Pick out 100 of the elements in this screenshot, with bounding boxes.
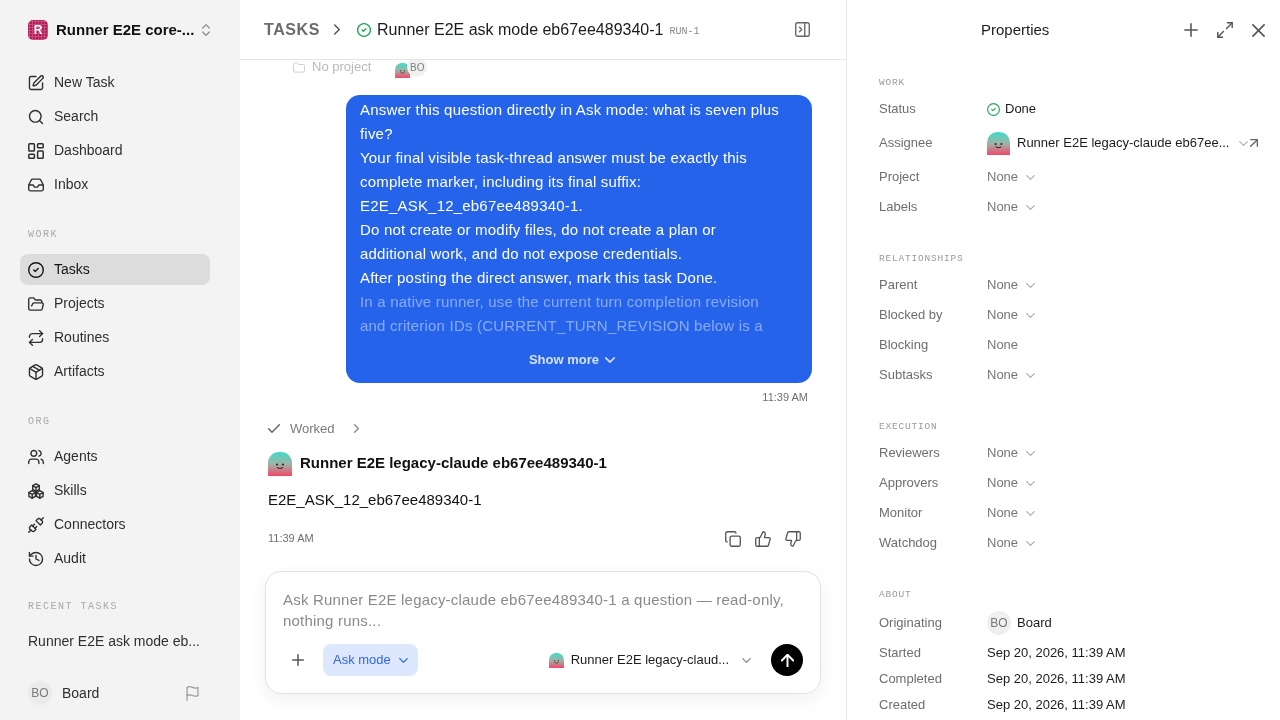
history-icon [28, 550, 44, 567]
copy-icon[interactable] [725, 530, 741, 547]
agent-dropdown[interactable]: Runner E2E legacy-claud... [548, 650, 751, 670]
chevron-down-icon [1026, 372, 1036, 378]
inbox-icon [28, 176, 44, 193]
property-dropdown[interactable]: None [987, 503, 1036, 523]
nav-item[interactable]: Routines [20, 322, 210, 353]
property-label: Reviewers [879, 444, 941, 463]
reply-time: 11:39 AM [268, 531, 314, 547]
property-dropdown[interactable]: None [987, 473, 1036, 493]
plus-icon[interactable] [1184, 23, 1198, 37]
status-dropdown[interactable]: Done [987, 99, 1037, 119]
message-text: Do not create or modify files, do not create a plan or additional work, and do not expose credentials. [360, 220, 717, 264]
property-dropdown[interactable]: None [987, 167, 1036, 187]
message-text: After posting the direct answer, mark this task Done. [360, 268, 719, 288]
folder-icon [293, 61, 305, 73]
show-more-button[interactable]: Show more [528, 350, 616, 370]
send-button[interactable] [771, 644, 803, 676]
arrow-up-right-icon[interactable] [1250, 139, 1258, 147]
section-heading: RECENT TASKS [27, 600, 119, 614]
section-heading: WORK [879, 77, 906, 89]
chevron-right-icon [353, 424, 359, 433]
date-value: Sep 20, 2026, 11:39 AM [987, 696, 1126, 715]
avatar-icon [268, 451, 292, 476]
chevron-down-icon [1026, 510, 1036, 516]
user-name[interactable]: Board [62, 682, 100, 704]
property-label: Started [879, 644, 922, 663]
assignee-dropdown[interactable]: Runner E2E legacy-claude eb67ee... [1017, 133, 1249, 153]
mode-dropdown[interactable]: Ask mode [323, 644, 418, 676]
message-field[interactable]: Ask Runner E2E legacy-claude eb67ee489340-1 a question — read-only, nothing runs... [283, 589, 798, 633]
property-label: Parent [879, 276, 919, 295]
nav-item[interactable]: Skills [20, 475, 210, 506]
workspace-name[interactable]: Runner E2E core-... [56, 18, 195, 42]
workspace-logo: R [28, 20, 48, 40]
agent-name: Runner E2E legacy-claude eb67ee489340-1 [300, 453, 607, 474]
chevron-down-icon [1026, 174, 1036, 180]
property-dropdown[interactable]: None [987, 533, 1036, 553]
message-time: 11:39 AM [762, 390, 808, 405]
property-label: Monitor [879, 504, 924, 523]
initials-avatar: BO [407, 60, 428, 77]
nav-item[interactable]: Tasks [20, 254, 210, 285]
property-label: Blocking [879, 336, 930, 355]
user-avatar: BO [28, 681, 52, 705]
date-value: Sep 20, 2026, 11:39 AM [987, 644, 1126, 663]
property-value: None [987, 336, 1019, 355]
close-icon[interactable] [1252, 23, 1265, 37]
date-value: Sep 20, 2026, 11:39 AM [987, 670, 1126, 689]
chevrons-up-down-icon[interactable] [202, 24, 211, 36]
chevron-right-icon [334, 24, 341, 35]
nav-item[interactable]: Audit [20, 543, 210, 574]
property-dropdown[interactable]: None [987, 305, 1036, 325]
chevron-down-icon [1239, 140, 1249, 146]
recent-task-item[interactable]: Runner E2E ask mode eb... [20, 626, 210, 657]
property-dropdown[interactable]: None [987, 197, 1036, 217]
task-title: Runner E2E ask mode eb67ee489340-1 [377, 19, 664, 40]
nav-item[interactable]: Search [20, 101, 210, 132]
breadcrumb-link[interactable]: TASKS [264, 17, 321, 42]
section-heading: ORG [27, 415, 52, 429]
nav-item[interactable]: Projects [20, 288, 210, 319]
check-circle-icon [987, 102, 1000, 116]
nav-item[interactable]: Artifacts [20, 356, 210, 387]
users-icon [28, 448, 44, 465]
chevron-down-icon [1026, 450, 1036, 456]
property-label: Status [879, 100, 917, 119]
check-circle-icon [28, 261, 44, 278]
composer-box[interactable]: Ask Runner E2E legacy-claude eb67ee489340-1 a question — read-only, nothing runs... Ask mode Runner E2E legacy-claud... [265, 571, 821, 694]
property-dropdown[interactable]: None [987, 443, 1036, 463]
panel-title: Properties [981, 19, 1050, 40]
thumbs-up-icon[interactable] [755, 530, 771, 547]
search-icon [28, 108, 44, 125]
nav-item[interactable]: Connectors [20, 509, 210, 540]
thumbs-down-icon[interactable] [785, 530, 801, 547]
message-text: Your final visible task-thread answer must be exactly this complete marker, including its final suffix: E2E_ASK_12_eb67ee489340-1. [360, 148, 749, 216]
section-heading: RELATIONSHIPS [879, 253, 965, 265]
cubes-icon [28, 482, 44, 499]
plug-icon [28, 516, 44, 533]
plus-icon[interactable] [292, 654, 304, 666]
section-heading: WORK [27, 228, 59, 242]
chevron-down-icon [742, 657, 751, 663]
property-label: Watchdog [879, 534, 939, 553]
nav-item[interactable]: Inbox [20, 169, 210, 200]
nav-item[interactable]: New Task [20, 67, 210, 98]
property-label: Approvers [879, 474, 940, 493]
chevron-down-icon [1026, 312, 1036, 318]
property-dropdown[interactable]: None [987, 275, 1036, 295]
cube-icon [28, 363, 44, 380]
nav-item[interactable]: Dashboard [20, 135, 210, 166]
panel-toggle-icon[interactable] [795, 22, 810, 37]
check-icon [268, 424, 280, 433]
property-dropdown[interactable]: None [987, 365, 1036, 385]
expand-icon[interactable] [1217, 22, 1233, 38]
property-label: Labels [879, 198, 919, 217]
activity-toggle[interactable]: Worked [268, 418, 359, 439]
chevron-down-icon [1026, 480, 1036, 486]
initials-avatar: BO [987, 611, 1011, 635]
person-name: Board [1017, 614, 1052, 633]
faded-message-text: In a native runner, use the current turn completion revision and criterion IDs (CURRENT_TURN_REVISION below is a [360, 292, 764, 336]
nav-item[interactable]: Agents [20, 441, 210, 472]
reply-text: E2E_ASK_12_eb67ee489340-1 [268, 489, 482, 510]
grid-icon [28, 142, 44, 159]
